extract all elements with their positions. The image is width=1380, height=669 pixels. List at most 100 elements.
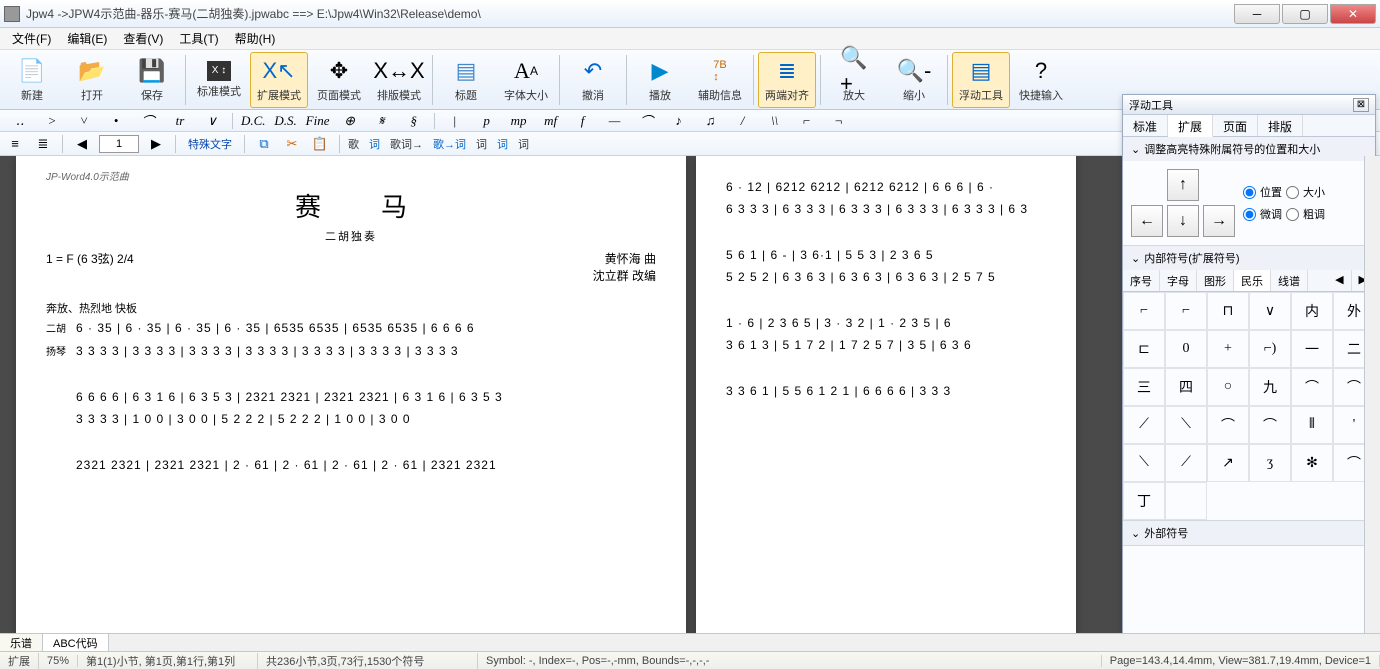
score-page-1[interactable]: JP-Word4.0示范曲 赛马 二胡独奏 1 = F (6 3弦) 2/4 黄…	[16, 156, 686, 633]
symbol-cell-13[interactable]: 四	[1165, 368, 1207, 406]
radio-fine[interactable]	[1243, 208, 1256, 221]
scrollbar-vertical[interactable]	[1364, 156, 1380, 633]
lyric-item-0[interactable]: 歌	[348, 134, 359, 154]
close-button[interactable]: ✕	[1330, 4, 1376, 24]
symbol-cell-18[interactable]: ⟋	[1123, 406, 1165, 444]
menu-file[interactable]: 文件(F)	[4, 28, 59, 49]
layout-mode-button[interactable]: X↔X排版模式	[370, 52, 428, 108]
float-tab-2[interactable]: 页面	[1213, 115, 1258, 136]
menu-tools[interactable]: 工具(T)	[171, 28, 226, 49]
page-input[interactable]	[99, 135, 139, 153]
symbol-cell-25[interactable]: ⟋	[1165, 444, 1207, 482]
symbol-btn-19[interactable]: ⌒	[631, 112, 663, 130]
symbol-cell-1[interactable]: ⌐	[1165, 292, 1207, 330]
subtab-1[interactable]: 字母	[1160, 270, 1197, 291]
staff-line[interactable]: 6 6 6 6 | 6 3 1 6 | 6 3 5 3 | 2321 2321 …	[76, 390, 656, 404]
staff-line[interactable]: 5 2 5 2 | 6 3 6 3 | 6 3 6 3 | 6 3 6 3 | …	[726, 270, 1046, 284]
std-mode-button[interactable]: X ↕标准模式	[190, 52, 248, 108]
menu-help[interactable]: 帮助(H)	[227, 28, 284, 49]
title-button[interactable]: ▤标题	[437, 52, 495, 108]
symbol-btn-1[interactable]: >	[36, 112, 68, 130]
lyric-item-5[interactable]: 词	[497, 134, 508, 154]
symbol-btn-11[interactable]: 𝄋	[366, 112, 398, 130]
lyric-item-1[interactable]: 词	[369, 134, 380, 154]
symbol-btn-7[interactable]: D.C.	[237, 112, 270, 130]
symbol-cell-21[interactable]: ⌒	[1249, 406, 1291, 444]
subtab-4[interactable]: 线谱	[1271, 270, 1308, 291]
float-panel-title[interactable]: 浮动工具 ⊠	[1123, 95, 1375, 115]
floating-tools-panel[interactable]: 浮动工具 ⊠ 标准扩展页面排版 ⌄调整高亮特殊附属符号的位置和大小 ↑ ← ↓ …	[1122, 94, 1376, 634]
staff-line[interactable]: 3 3 3 3 | 3 3 3 3 | 3 3 3 3 | 3 3 3 3 | …	[76, 344, 656, 358]
symbol-btn-12[interactable]: §	[398, 112, 430, 130]
symbol-cell-4[interactable]: 内	[1291, 292, 1333, 330]
section-external-header[interactable]: ⌄外部符号	[1123, 521, 1375, 545]
float-tab-0[interactable]: 标准	[1123, 115, 1168, 136]
symbol-btn-10[interactable]: ⊕	[334, 112, 366, 130]
quick-input-button[interactable]: ?快捷输入	[1012, 52, 1070, 108]
arrow-up-button[interactable]: ↑	[1167, 169, 1199, 201]
symbol-cell-0[interactable]: ⌐	[1123, 292, 1165, 330]
symbol-btn-25[interactable]: ¬	[823, 112, 855, 130]
symbol-btn-8[interactable]: D.S.	[270, 112, 302, 130]
cut-icon[interactable]: ✂	[281, 134, 303, 154]
section-internal-header[interactable]: ⌄内部符号(扩展符号)	[1123, 246, 1375, 270]
tab-score[interactable]: 乐谱	[0, 634, 43, 651]
staff-line[interactable]: 3 6 1 3 | 5 1 7 2 | 1 7 2 5 7 | 3 5 | 6 …	[726, 338, 1046, 352]
symbol-cell-15[interactable]: 九	[1249, 368, 1291, 406]
lyric-item-3[interactable]: 歌→词	[433, 134, 466, 154]
symbol-cell-24[interactable]: ⟍	[1123, 444, 1165, 482]
symbol-btn-17[interactable]: f	[567, 112, 599, 130]
symbol-btn-24[interactable]: ⌐	[791, 112, 823, 130]
symbol-cell-8[interactable]: +	[1207, 330, 1249, 368]
float-tab-1[interactable]: 扩展	[1168, 115, 1213, 137]
minimize-button[interactable]: ─	[1234, 4, 1280, 24]
subtab-2[interactable]: 图形	[1197, 270, 1234, 291]
symbol-cell-30[interactable]: 丁	[1123, 482, 1165, 520]
symbol-btn-2[interactable]: ˅	[68, 112, 100, 130]
ext-mode-button[interactable]: X↖扩展模式	[250, 52, 308, 108]
play-button[interactable]: ▶播放	[631, 52, 689, 108]
staff-line[interactable]: 6 · 12 | 6212 6212 | 6212 6212 | 6 6 6 |…	[726, 180, 1046, 194]
menu-edit[interactable]: 编辑(E)	[59, 28, 115, 49]
align-icon[interactable]: ≣	[32, 134, 54, 154]
symbol-btn-0[interactable]: ‥	[4, 112, 36, 130]
symbol-cell-10[interactable]: 一	[1291, 330, 1333, 368]
save-button[interactable]: 💾保存	[123, 52, 181, 108]
section-adjust-header[interactable]: ⌄调整高亮特殊附属符号的位置和大小	[1123, 137, 1375, 161]
staff-line[interactable]: 3 3 3 3 | 1 0 0 | 3 0 0 | 5 2 2 2 | 5 2 …	[76, 412, 656, 426]
symbol-cell-9[interactable]: ⌐)	[1249, 330, 1291, 368]
float-tab-3[interactable]: 排版	[1258, 115, 1303, 136]
symbol-cell-26[interactable]: ↗	[1207, 444, 1249, 482]
paste-icon[interactable]: 📋	[309, 134, 331, 154]
symbol-btn-21[interactable]: ♫	[695, 112, 727, 130]
symbol-btn-13[interactable]: |	[439, 112, 471, 130]
symbol-cell-2[interactable]: ⊓	[1207, 292, 1249, 330]
open-button[interactable]: 📂打开	[63, 52, 121, 108]
lyric-item-6[interactable]: 词	[518, 134, 529, 154]
align-left-icon[interactable]: ≡	[4, 134, 26, 154]
symbol-cell-19[interactable]: ⟍	[1165, 406, 1207, 444]
new-button[interactable]: 📄新建	[3, 52, 61, 108]
symbol-btn-4[interactable]: ⌒	[132, 112, 164, 130]
symbol-btn-14[interactable]: p	[471, 112, 503, 130]
symbol-btn-5[interactable]: tr	[164, 112, 196, 130]
lyric-item-2[interactable]: 歌词→	[390, 134, 423, 154]
symbol-cell-14[interactable]: ○	[1207, 368, 1249, 406]
zoom-out-button[interactable]: 🔍-缩小	[885, 52, 943, 108]
radio-coarse[interactable]	[1286, 208, 1299, 221]
subtab-3[interactable]: 民乐	[1234, 270, 1271, 291]
page-next-button[interactable]: ▶	[145, 134, 167, 154]
tab-abc[interactable]: ABC代码	[43, 634, 109, 651]
symbol-cell-12[interactable]: 三	[1123, 368, 1165, 406]
symbol-cell-31[interactable]	[1165, 482, 1207, 520]
page-mode-button[interactable]: ✥页面模式	[310, 52, 368, 108]
staff-line[interactable]: 6 3 3 3 | 6 3 3 3 | 6 3 3 3 | 6 3 3 3 | …	[726, 202, 1046, 216]
symbol-btn-6[interactable]: ∨	[196, 112, 228, 130]
radio-size[interactable]	[1286, 186, 1299, 199]
symbol-cell-16[interactable]: ⌒	[1291, 368, 1333, 406]
aux-info-button[interactable]: 7B↕辅助信息	[691, 52, 749, 108]
symbol-btn-18[interactable]: —	[599, 112, 631, 130]
score-page-2[interactable]: 6 · 12 | 6212 6212 | 6212 6212 | 6 6 6 |…	[696, 156, 1076, 633]
symbol-cell-28[interactable]: ✻	[1291, 444, 1333, 482]
arrow-down-button[interactable]: ↓	[1167, 205, 1199, 237]
